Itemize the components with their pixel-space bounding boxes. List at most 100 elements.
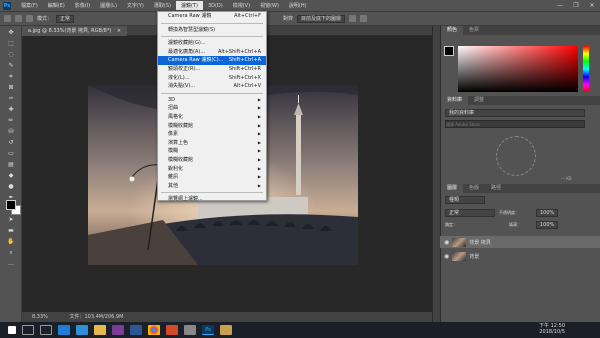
filter-menu-item[interactable]: Camera Raw 濾鏡 Alt+Ctrl+F [158,12,266,21]
flow-label[interactable]: 對齊 [283,15,293,22]
menu-edit[interactable]: 編輯(E) [43,1,70,10]
filter-menu-item[interactable]: 雜訊 ▶ [158,173,266,182]
brush-tool-icon[interactable]: ✏ [4,116,18,125]
blur-tool-icon[interactable]: ◆ [4,171,18,180]
layer-kind-filter[interactable]: 種類 [445,196,485,204]
tab-libraries[interactable]: 資料庫 [441,96,469,105]
filter-menu-item[interactable]: 模糊收藏館 ▶ [158,156,266,165]
filter-menu-item[interactable]: 扭曲 ▶ [158,104,266,113]
dodge-tool-icon[interactable]: ● [4,182,18,191]
menu-view[interactable]: 檢視(V) [228,1,255,10]
filter-menu-item[interactable]: 轉換為智慧型濾鏡(S) [158,26,266,35]
filter-menu-item[interactable]: 濾鏡收藏館(G)... [158,39,266,48]
color-picker-field[interactable] [458,46,578,92]
filter-menu-item[interactable]: 像素 ▶ [158,130,266,139]
clone-stamp-tool-icon[interactable]: ⛁ [4,127,18,136]
photoshop-taskbar-icon[interactable]: Ps [202,325,214,335]
app-icon[interactable] [220,325,232,335]
hand-tool-icon[interactable]: ✋ [4,237,18,246]
library-select[interactable]: 我的資料庫 [445,109,585,117]
opacity-field[interactable]: 100% [536,209,559,217]
quick-select-tool-icon[interactable]: ✎ [4,61,18,70]
menu-window[interactable]: 視窗(W) [255,1,284,10]
filter-menu-item[interactable]: 3D ▶ [158,96,266,105]
task-view-icon[interactable] [40,325,52,335]
file-explorer-icon[interactable] [94,325,106,335]
marquee-tool-icon[interactable]: ⬚ [4,39,18,48]
filter-menu-item[interactable]: 最適化廣角(A)... Alt+Shift+Ctrl+A [158,48,266,57]
mode-select[interactable]: 正常 [56,14,75,23]
filter-menu-item[interactable]: 演算上色 ▶ [158,139,266,148]
filter-menu-item[interactable]: Camera Raw 濾鏡(C)... Shift+Ctrl+A [158,56,266,65]
menu-image[interactable]: 影像(I) [70,1,95,10]
sample-select[interactable]: 目前及底下的圖層 [297,14,346,23]
minimize-button[interactable]: — [552,0,568,11]
tab-paths[interactable]: 路徑 [485,184,507,193]
lasso-tool-icon[interactable]: ◌ [4,50,18,59]
layer-row[interactable]: ◉ 背景 [440,250,600,262]
foreground-color-swatch[interactable] [6,200,16,210]
chrome-icon[interactable] [148,325,160,335]
windows-start-icon[interactable] [8,326,16,334]
eraser-tool-icon[interactable]: ▭ [4,149,18,158]
filter-menu-item[interactable]: 瀏覽網上濾鏡... [158,195,266,204]
pressure-icon[interactable] [360,15,368,22]
menu-select[interactable]: 選取(S) [149,1,176,10]
eye-icon[interactable]: ◉ [444,253,449,260]
document-tab-close-icon[interactable]: × [117,28,121,34]
onedrive-icon[interactable] [76,325,88,335]
ignore-adjustment-icon[interactable] [349,15,357,22]
tab-adjustments[interactable]: 調整 [468,96,490,105]
search-icon[interactable] [22,325,34,335]
eye-icon[interactable]: ◉ [444,239,449,246]
filter-menu-item[interactable]: 消失點(V)... Alt+Ctrl+V [158,82,266,91]
fill-field[interactable]: 100% [536,221,559,229]
app-icon[interactable] [166,325,178,335]
tab-swatches[interactable]: 色票 [463,26,485,35]
brush-settings-icon[interactable] [26,15,33,22]
crop-tool-icon[interactable]: ⌗ [4,72,18,81]
photoshop-logo-icon[interactable]: Ps [3,1,11,10]
color-panel-foreground-swatch[interactable] [444,46,454,56]
zoom-level[interactable]: 8.33% [32,314,48,320]
tab-channels[interactable]: 色版 [463,184,485,193]
close-button[interactable]: ✕ [584,0,600,11]
filter-menu-item[interactable]: 風格化 ▶ [158,113,266,122]
menu-filter[interactable]: 濾鏡(T) [175,1,203,10]
frame-tool-icon[interactable]: ⊠ [4,83,18,92]
blend-mode-select[interactable]: 正常 [445,209,495,217]
filter-menu-item[interactable]: 其他 ▶ [158,182,266,191]
layer-row[interactable]: ◉ 背景 拷貝 [440,236,600,248]
menu-3d[interactable]: 3D(D) [203,2,228,10]
zoom-tool-icon[interactable]: ⌕ [4,248,18,257]
document-tab[interactable]: a.jpg @ 8.33%(背景 拷貝, RGB/8*) × [22,26,128,36]
restore-button[interactable]: ❐ [568,0,584,11]
gradient-tool-icon[interactable]: ▤ [4,160,18,169]
clone-stamp-tool-icon[interactable] [4,15,11,22]
healing-brush-tool-icon[interactable]: ✚ [4,105,18,114]
move-tool-icon[interactable]: ✥ [4,28,18,37]
menu-help[interactable]: 說明(H) [284,1,312,10]
library-search-input[interactable] [445,120,585,128]
filter-menu-item[interactable]: 模糊 ▶ [158,147,266,156]
menu-file[interactable]: 檔案(F) [16,1,43,10]
hue-slider[interactable] [583,46,589,92]
filter-menu-item[interactable]: 鏡頭校正(R)... Shift+Ctrl+R [158,65,266,74]
app-icon[interactable] [184,325,196,335]
word-icon[interactable] [130,325,142,335]
brush-preset-icon[interactable] [15,15,22,22]
tab-layers[interactable]: 圖層 [441,184,464,193]
tab-color[interactable]: 顏色 [441,26,464,35]
history-brush-tool-icon[interactable]: ↺ [4,138,18,147]
onenote-icon[interactable] [112,325,124,335]
shape-tool-icon[interactable]: ▬ [4,226,18,235]
edge-browser-icon[interactable] [58,325,70,335]
more-tools-icon[interactable]: … [4,259,18,268]
path-select-tool-icon[interactable]: ➤ [4,215,18,224]
menu-layer[interactable]: 圖層(L) [95,1,122,10]
filter-menu-item[interactable]: 銳利化 ▶ [158,165,266,174]
filter-menu-item[interactable]: 液化(L)... Shift+Ctrl+X [158,74,266,83]
taskbar-clock[interactable]: 下午 12:50 2018/10/5 [539,323,565,335]
menu-type[interactable]: 文字(Y) [122,1,149,10]
eyedropper-tool-icon[interactable]: ✑ [4,94,18,103]
